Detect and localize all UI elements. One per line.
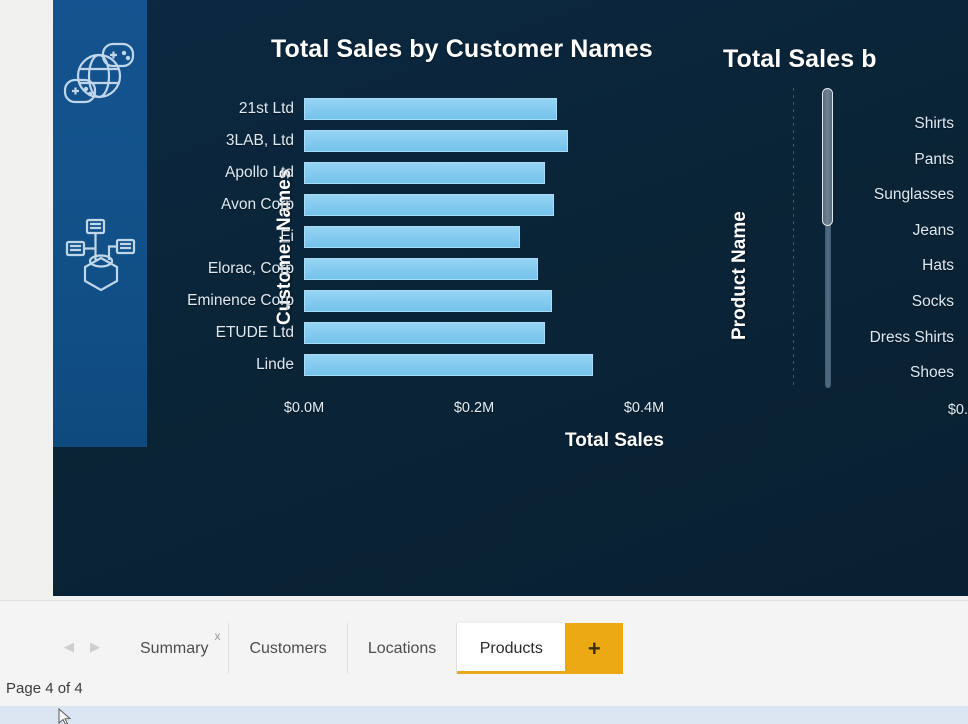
bar-row[interactable]: Avon Corp (221, 194, 644, 216)
bar-category-label: Shirts (914, 115, 954, 132)
status-strip (0, 706, 968, 724)
bar-category-label: Avon Corp (221, 196, 294, 213)
x-axis-tick-label: $0.4M (623, 400, 665, 416)
page-indicator: Page 4 of 4 (6, 680, 83, 697)
left-chart-x-axis-title: Total Sales (565, 430, 664, 451)
bar-category-label: Dress Shirts (869, 328, 954, 346)
bar[interactable] (304, 322, 545, 344)
bar-row[interactable]: Linde (256, 354, 644, 376)
bar[interactable] (304, 194, 554, 216)
bar-category-label: Linde (256, 356, 294, 373)
page-tabs: Summary x Customers Locations Products + (120, 623, 624, 675)
tab-close-icon[interactable]: x (214, 629, 220, 643)
bar-category-label: Ei (280, 228, 294, 245)
next-page-arrow-icon[interactable]: ▶ (90, 640, 100, 653)
bar-row[interactable]: Eminence Corp (187, 290, 644, 312)
globe-gamepad-icon (63, 42, 135, 104)
tab-products[interactable]: Products (457, 623, 566, 675)
right-chart-x-tick-label: $0. (947, 402, 968, 418)
bar-category-label: Apollo Ltd (225, 164, 294, 181)
prev-page-arrow-icon[interactable]: ◀ (64, 640, 74, 653)
tab-nav-arrows[interactable]: ◀ ▶ (58, 629, 120, 663)
tab-summary[interactable]: Summary x (120, 623, 230, 675)
bar-category-label: Shoes (910, 364, 954, 382)
add-page-button[interactable]: + (565, 623, 624, 675)
bar-row[interactable]: Apollo Ltd (225, 162, 644, 184)
bar-row[interactable]: ETUDE Ltd (216, 322, 644, 344)
left-chart-plot-area: 21st Ltd 3LAB, Ltd Apollo Ltd Avon Corp Ei El… (187, 98, 644, 386)
x-axis-tick-label: $0.0M (283, 400, 325, 416)
tab-locations[interactable]: Locations (348, 623, 458, 675)
tab-label: Locations (367, 640, 437, 657)
tab-label: Customers (249, 640, 327, 657)
bar-row[interactable]: Ei (280, 226, 644, 248)
bar-category-label: 21st Ltd (238, 100, 294, 117)
chart-total-sales-by-product-name[interactable]: Total Sales b Product Name Shirts Pants Su… (698, 0, 968, 470)
bar[interactable] (304, 258, 538, 280)
bar[interactable] (304, 290, 553, 312)
bar[interactable] (304, 98, 558, 120)
bar-category-label: Jeans (912, 221, 954, 239)
network-database-icon (65, 218, 136, 292)
bar-category-label: Eminence Corp (187, 292, 294, 309)
bar-category-label: Elorac, Corp (207, 260, 294, 277)
bar-row[interactable]: 21st Ltd (239, 98, 644, 120)
page-tab-bar: ◀ ▶ Summary x Customers Locations Products + (0, 600, 968, 675)
left-chart-title: Total Sales by Customer Names (271, 35, 653, 63)
x-axis-tick-label: $0.2M (453, 400, 495, 416)
bar-category-label: Pants (914, 150, 954, 168)
bar-category-label: Hats (922, 257, 954, 275)
bar-row[interactable]: 3LAB, Ltd (226, 130, 644, 152)
tab-customers[interactable]: Customers (229, 623, 348, 675)
status-bar: Page 4 of 4 (0, 674, 968, 724)
report-sidebar (53, 0, 147, 447)
bar-category-label: 3LAB, Ltd (225, 132, 294, 149)
report-canvas: Total Sales by Customer Names Customer N… (53, 0, 968, 596)
bar[interactable] (304, 162, 545, 184)
tab-label: Summary (140, 640, 209, 657)
bar[interactable] (304, 354, 593, 376)
bar-category-label: Sunglasses (873, 186, 954, 204)
right-chart-y-axis-title: Product Name (729, 211, 750, 340)
left-gutter (0, 0, 53, 600)
application-window: Total Sales by Customer Names Customer N… (0, 0, 968, 724)
bar-category-label: Socks (911, 293, 954, 310)
bar-row[interactable]: Elorac, Corp (208, 258, 644, 280)
tab-label: Products (479, 640, 543, 657)
mouse-cursor-icon (58, 708, 72, 724)
bar[interactable] (304, 226, 520, 248)
right-chart-title: Total Sales b (723, 45, 877, 73)
bar[interactable] (304, 130, 569, 152)
bar-category-label: ETUDE Ltd (215, 324, 294, 341)
